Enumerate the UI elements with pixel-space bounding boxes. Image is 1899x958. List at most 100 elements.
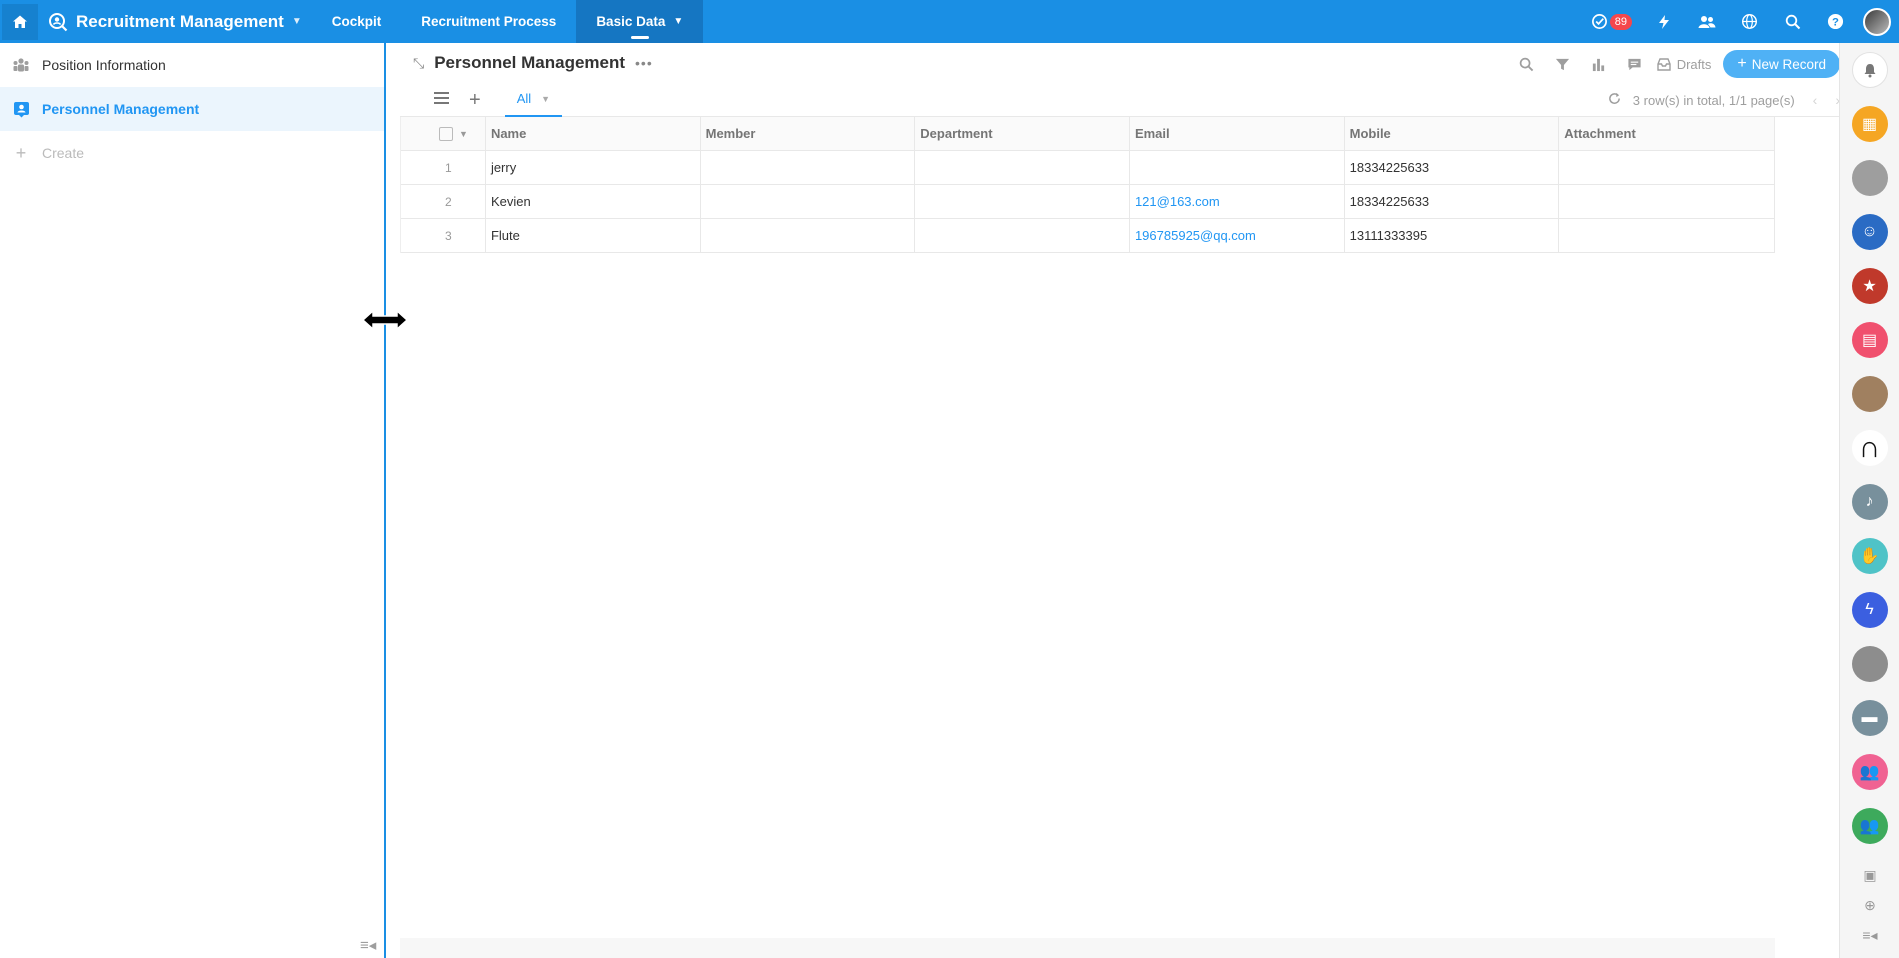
discussion-button[interactable] bbox=[1617, 51, 1653, 77]
refresh-icon[interactable] bbox=[1608, 92, 1621, 108]
home-button[interactable] bbox=[2, 3, 38, 40]
group-pink-icon[interactable]: 👥 bbox=[1851, 754, 1888, 790]
view-tab-label: All bbox=[516, 91, 532, 106]
select-all-checkbox[interactable] bbox=[439, 126, 453, 141]
cartoon-avatar-icon[interactable]: ☺ bbox=[1851, 214, 1888, 250]
chevron-down-icon[interactable]: ▼ bbox=[459, 129, 468, 139]
create-label: Create bbox=[42, 145, 85, 161]
table-row[interactable]: 1 jerry 18334225633 bbox=[401, 150, 1775, 185]
cell-department[interactable] bbox=[915, 218, 1130, 253]
group-green-icon[interactable]: 👥 bbox=[1851, 808, 1888, 844]
cell-email[interactable] bbox=[1130, 150, 1345, 185]
cell-email[interactable]: 121@163.com bbox=[1130, 184, 1345, 219]
user-avatar[interactable] bbox=[1863, 7, 1891, 36]
tab-basic-data[interactable]: Basic Data ▼ bbox=[576, 0, 704, 43]
collapse-right-bar-icon[interactable]: ≡◂ bbox=[1862, 920, 1877, 950]
cell-attachment[interactable] bbox=[1559, 184, 1775, 219]
cell-member[interactable] bbox=[701, 218, 916, 253]
cell-email[interactable]: 196785925@qq.com bbox=[1130, 218, 1345, 253]
chevron-down-icon[interactable]: ▼ bbox=[541, 94, 550, 104]
pinned-apps-list: ▦ ☺ ★ ▤ ∩ ♪ ✋ ϟ ▬ 👥 👥 bbox=[1840, 106, 1899, 844]
cell-name[interactable]: Flute bbox=[486, 218, 701, 253]
tasks-button[interactable]: 89 bbox=[1581, 0, 1642, 43]
contacts-button[interactable] bbox=[1685, 0, 1728, 43]
tab-cockpit[interactable]: Cockpit bbox=[312, 0, 402, 43]
cell-mobile[interactable]: 18334225633 bbox=[1345, 150, 1560, 185]
cell-name[interactable]: Kevien bbox=[486, 184, 701, 219]
filter-icon bbox=[1556, 58, 1570, 70]
global-search-button[interactable] bbox=[1771, 0, 1814, 43]
tab-label: Recruitment Process bbox=[421, 14, 557, 29]
view-tab-all[interactable]: All ▼ bbox=[504, 83, 563, 117]
notification-bell-icon[interactable] bbox=[1851, 52, 1888, 88]
apple-icon[interactable] bbox=[1851, 160, 1888, 196]
filter-button[interactable] bbox=[1545, 51, 1581, 77]
briefcase-icon[interactable]: ▬ bbox=[1851, 700, 1888, 736]
bell-app-icon[interactable]: ♪ bbox=[1851, 484, 1888, 520]
cell-mobile[interactable]: 13111333395 bbox=[1345, 218, 1560, 253]
search-button[interactable] bbox=[1509, 51, 1545, 77]
bolt-icon bbox=[1658, 14, 1669, 29]
column-header-department[interactable]: Department bbox=[915, 116, 1130, 151]
sidebar-item-position-information[interactable]: Position Information bbox=[0, 43, 385, 87]
sidebar-resize-handle[interactable] bbox=[384, 43, 386, 958]
cell-mobile[interactable]: 18334225633 bbox=[1345, 184, 1560, 219]
sidebar-item-personnel-management[interactable]: Personnel Management bbox=[0, 87, 385, 131]
column-header-attachment[interactable]: Attachment bbox=[1559, 116, 1775, 151]
top-right-toolbar: 89 ? bbox=[1581, 0, 1899, 43]
tab-label: Cockpit bbox=[331, 14, 382, 29]
chevron-down-icon: ▼ bbox=[673, 16, 684, 27]
table-row[interactable]: 3 Flute 196785925@qq.com 13111333395 bbox=[401, 218, 1775, 253]
view-list-icon[interactable] bbox=[434, 91, 449, 109]
help-icon: ? bbox=[1827, 13, 1844, 30]
person-avatar-icon[interactable] bbox=[1851, 646, 1888, 682]
table-row[interactable]: 2 Kevien 121@163.com 18334225633 bbox=[401, 184, 1775, 219]
cell-member[interactable] bbox=[701, 150, 916, 185]
shield-star-icon[interactable]: ★ bbox=[1851, 268, 1888, 304]
drafts-button[interactable]: Drafts bbox=[1657, 57, 1711, 72]
cell-attachment[interactable] bbox=[1559, 218, 1775, 253]
photo-avatar-icon[interactable] bbox=[1851, 376, 1888, 412]
expand-icon[interactable]: ⤡ bbox=[413, 55, 424, 72]
pager-text: 3 row(s) in total, 1/1 page(s) bbox=[1632, 92, 1795, 108]
cell-attachment[interactable] bbox=[1559, 150, 1775, 185]
app-title: Recruitment Management bbox=[76, 11, 284, 31]
cell-name[interactable]: jerry bbox=[486, 150, 701, 185]
automation-button[interactable] bbox=[1642, 0, 1685, 43]
collapse-sidebar-icon[interactable]: ≡◂ bbox=[360, 936, 376, 954]
bolt-app-icon[interactable]: ϟ bbox=[1851, 592, 1888, 628]
column-header-mobile[interactable]: Mobile bbox=[1345, 116, 1560, 151]
prev-page-icon[interactable]: ‹ bbox=[1813, 92, 1818, 108]
records-table: ▼ Name Member Department Email Mobile At… bbox=[400, 116, 1775, 253]
calendar-icon[interactable]: ▤ bbox=[1851, 322, 1888, 358]
n-logo-icon[interactable]: ∩ bbox=[1851, 430, 1888, 466]
app-switcher[interactable]: Recruitment Management ▼ bbox=[48, 0, 302, 43]
page-title: Personnel Management bbox=[434, 53, 626, 72]
tab-recruitment-process[interactable]: Recruitment Process bbox=[401, 0, 576, 43]
cell-member[interactable] bbox=[701, 184, 916, 219]
people-icon bbox=[1698, 15, 1715, 28]
new-record-button[interactable]: + New Record bbox=[1723, 50, 1840, 78]
more-options-icon[interactable]: ••• bbox=[635, 55, 653, 71]
contact-card-icon[interactable]: ▣ bbox=[1863, 860, 1876, 890]
column-header-name[interactable]: Name bbox=[486, 116, 701, 151]
cell-department[interactable] bbox=[915, 184, 1130, 219]
column-header-member[interactable]: Member bbox=[701, 116, 916, 151]
table-footer-bar bbox=[400, 938, 1775, 958]
column-header-email[interactable]: Email bbox=[1130, 116, 1345, 151]
active-tab-indicator bbox=[630, 36, 649, 39]
create-worksheet-button[interactable]: + Create bbox=[0, 131, 385, 175]
add-chat-icon[interactable]: ⊕ bbox=[1864, 890, 1876, 920]
row-number: 1 bbox=[401, 150, 486, 185]
header-tools: Drafts + New Record bbox=[1509, 50, 1840, 78]
pagination: 3 row(s) in total, 1/1 page(s) ‹ › bbox=[1608, 83, 1840, 117]
art-avatar-icon[interactable]: ✋ bbox=[1851, 538, 1888, 574]
help-button[interactable]: ? bbox=[1814, 0, 1857, 43]
network-button[interactable] bbox=[1728, 0, 1771, 43]
worksheet-main: ⤡ Personnel Management ••• Drafts + New … bbox=[400, 43, 1840, 958]
person-card-icon bbox=[12, 100, 30, 118]
add-view-icon[interactable]: + bbox=[469, 90, 481, 110]
grid-app-icon[interactable]: ▦ bbox=[1851, 106, 1888, 142]
cell-department[interactable] bbox=[915, 150, 1130, 185]
statistics-button[interactable] bbox=[1581, 51, 1617, 77]
